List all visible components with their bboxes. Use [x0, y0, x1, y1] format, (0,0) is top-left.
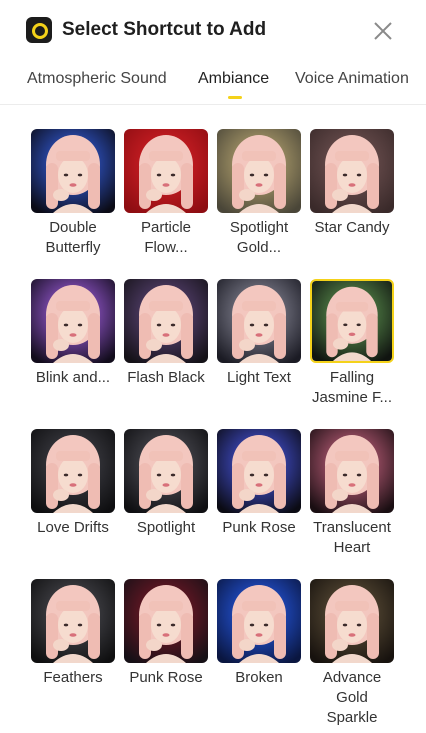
effect-item[interactable]: Falling Jasmine F...: [310, 279, 394, 429]
effect-item[interactable]: Punk Rose: [124, 579, 208, 729]
effect-label-line: Punk Rose: [129, 669, 203, 686]
effect-label-line: Flow...: [144, 239, 188, 256]
effect-item[interactable]: Double Butterfly: [31, 129, 115, 279]
effect-label-line: Jasmine F...: [311, 389, 393, 406]
effect-label: Spotlight Gold...: [209, 218, 309, 258]
effect-label: Double Butterfly: [23, 218, 123, 258]
effect-label-line: Advance: [322, 669, 382, 686]
effect-label: Flash Black: [116, 368, 216, 388]
effect-item[interactable]: Advance Gold Sparkle: [310, 579, 394, 729]
effect-label-line: Gold...: [236, 239, 282, 256]
effect-item[interactable]: Star Candy: [310, 129, 394, 279]
effect-label-line: Sparkle: [326, 709, 378, 726]
effect-thumbnail[interactable]: [124, 129, 208, 213]
effect-label: Translucent Heart: [302, 518, 402, 558]
effect-thumbnail[interactable]: [310, 579, 394, 663]
effect-item[interactable]: Light Text: [217, 279, 301, 429]
effect-label-line: Punk Rose: [222, 519, 296, 536]
effect-label: Advance Gold Sparkle: [302, 668, 402, 728]
effect-label-line: Butterfly: [45, 239, 101, 256]
effect-label: Light Text: [209, 368, 309, 388]
header: Select Shortcut to Add: [0, 0, 426, 58]
close-icon[interactable]: [370, 18, 396, 44]
effect-thumbnail[interactable]: [217, 129, 301, 213]
effect-label-line: Particle: [140, 219, 192, 236]
effect-item[interactable]: Spotlight: [124, 429, 208, 579]
effect-thumbnail[interactable]: [217, 429, 301, 513]
effect-thumbnail[interactable]: [31, 279, 115, 363]
effect-thumbnail[interactable]: [310, 279, 394, 363]
dialog-title: Select Shortcut to Add: [62, 19, 267, 40]
effect-thumbnail[interactable]: [217, 579, 301, 663]
effect-label: Particle Flow...: [116, 218, 216, 258]
effect-label-line: Flash Black: [127, 369, 205, 386]
effect-item[interactable]: Punk Rose: [217, 429, 301, 579]
tab-voice-animation[interactable]: Voice Animation: [295, 70, 409, 88]
effect-label: Punk Rose: [209, 518, 309, 538]
effect-label: Feathers: [23, 668, 123, 688]
effect-label: Spotlight: [116, 518, 216, 538]
effect-label-line: Feathers: [43, 669, 103, 686]
effect-label: Falling Jasmine F...: [302, 368, 402, 408]
effect-label-line: Translucent: [313, 519, 391, 536]
effect-item[interactable]: Love Drifts: [31, 429, 115, 579]
effect-label-line: Light Text: [227, 369, 291, 386]
effect-thumbnail[interactable]: [31, 129, 115, 213]
effect-item[interactable]: Spotlight Gold...: [217, 129, 301, 279]
effect-thumbnail[interactable]: [217, 279, 301, 363]
effect-thumbnail[interactable]: [310, 429, 394, 513]
effect-label: Punk Rose: [116, 668, 216, 688]
tab-ambiance[interactable]: Ambiance: [198, 70, 269, 88]
effect-label-line: Spotlight: [136, 519, 196, 536]
effect-label-line: Star Candy: [314, 219, 390, 236]
effect-label-line: Double: [49, 219, 97, 236]
app-logo-icon: [26, 17, 52, 43]
effect-label-line: Spotlight: [229, 219, 289, 236]
effect-label-line: Blink and...: [35, 369, 111, 386]
effect-thumbnail[interactable]: [124, 429, 208, 513]
effect-item[interactable]: Particle Flow...: [124, 129, 208, 279]
effect-thumbnail[interactable]: [310, 129, 394, 213]
effect-label-line: Gold: [336, 689, 368, 706]
effect-item[interactable]: Broken: [217, 579, 301, 729]
active-tab-indicator: [228, 96, 242, 99]
effect-grid: Double Butterfly Particle Flow... Spotlight G…: [31, 129, 395, 729]
effect-label-line: Heart: [333, 539, 371, 556]
effect-label-line: Falling: [329, 369, 375, 386]
effect-thumbnail[interactable]: [124, 279, 208, 363]
effect-label: Star Candy: [302, 218, 402, 238]
effect-label: Broken: [209, 668, 309, 688]
effect-label-line: Love Drifts: [37, 519, 109, 536]
effect-item[interactable]: Blink and...: [31, 279, 115, 429]
tab-bar: Atmospheric Sound Ambiance Voice Animati…: [0, 58, 426, 105]
effect-thumbnail[interactable]: [31, 579, 115, 663]
effect-item[interactable]: Translucent Heart: [310, 429, 394, 579]
effect-thumbnail[interactable]: [31, 429, 115, 513]
effect-item[interactable]: Feathers: [31, 579, 115, 729]
effect-thumbnail[interactable]: [124, 579, 208, 663]
effect-label: Blink and...: [23, 368, 123, 388]
tab-atmospheric-sound[interactable]: Atmospheric Sound: [27, 70, 167, 88]
effect-label: Love Drifts: [23, 518, 123, 538]
effect-item[interactable]: Flash Black: [124, 279, 208, 429]
effect-label-line: Broken: [235, 669, 283, 686]
